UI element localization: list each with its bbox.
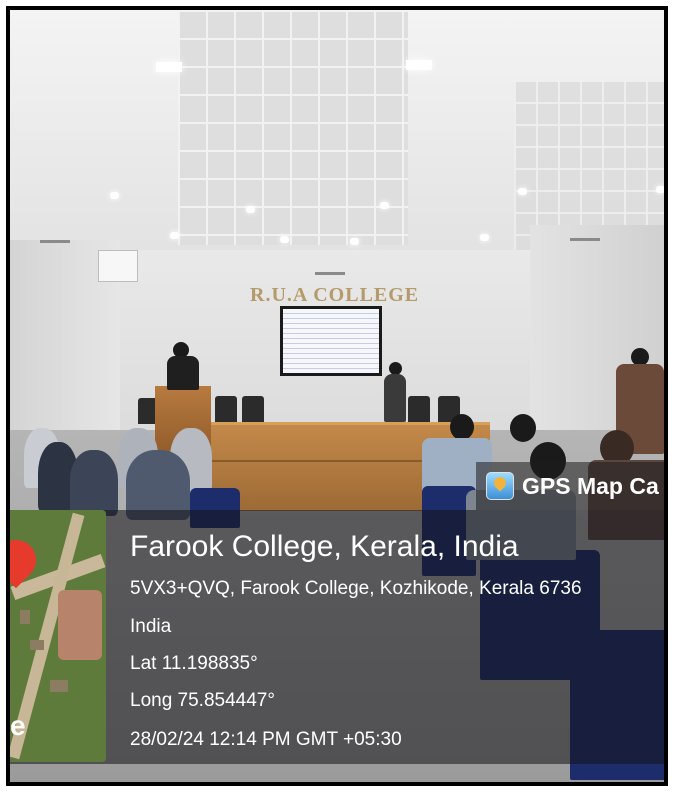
photo-frame: R.U.A COLLEGE GPS Map Ca e Farook Colleg…: [6, 6, 668, 786]
ceiling-light: [280, 236, 289, 243]
ceiling-light: [518, 188, 527, 195]
country: India: [130, 616, 172, 637]
map-label: e: [10, 710, 26, 741]
air-conditioner: [98, 250, 138, 282]
latitude: Lat 11.198835°: [130, 653, 258, 674]
audience-head: [450, 414, 474, 440]
place-title: Farook College, Kerala, India: [130, 530, 519, 563]
speaker: [167, 356, 199, 390]
chair: [242, 396, 264, 422]
ceiling-tiles: [178, 10, 408, 245]
map-building: [50, 680, 68, 692]
ceiling-light: [246, 206, 255, 213]
gps-app-name: GPS Map Ca: [522, 472, 659, 499]
longitude: Long 75.854447°: [130, 690, 275, 711]
ceiling-light: [170, 232, 179, 239]
ceiling-light: [110, 192, 119, 199]
ceiling-fan: [315, 272, 345, 275]
address-line: 5VX3+QVQ, Farook College, Kozhikode, Ker…: [130, 578, 582, 599]
chair: [408, 396, 430, 422]
ceiling-light: [406, 60, 432, 70]
map-thumbnail: e: [10, 510, 106, 762]
college-sign: R.U.A COLLEGE: [250, 284, 420, 306]
chair: [215, 396, 237, 422]
gps-app-badge: GPS Map Ca: [476, 462, 664, 510]
map-field: [58, 590, 102, 660]
audience-member: [70, 450, 118, 516]
ceiling-fan: [40, 240, 70, 243]
ceiling-light: [156, 62, 182, 72]
map-building: [30, 640, 44, 650]
ceiling-light: [656, 186, 664, 193]
audience-head: [510, 414, 536, 442]
ceiling-light: [350, 238, 359, 245]
gps-map-camera-icon: [486, 472, 514, 500]
ceiling-light: [480, 234, 489, 241]
ceiling-light: [380, 202, 389, 209]
timestamp: 28/02/24 12:14 PM GMT +05:30: [130, 729, 402, 750]
map-building: [20, 610, 30, 624]
presenter: [384, 374, 406, 422]
presentation-screen: [280, 306, 382, 376]
ceiling-fan: [570, 238, 600, 241]
